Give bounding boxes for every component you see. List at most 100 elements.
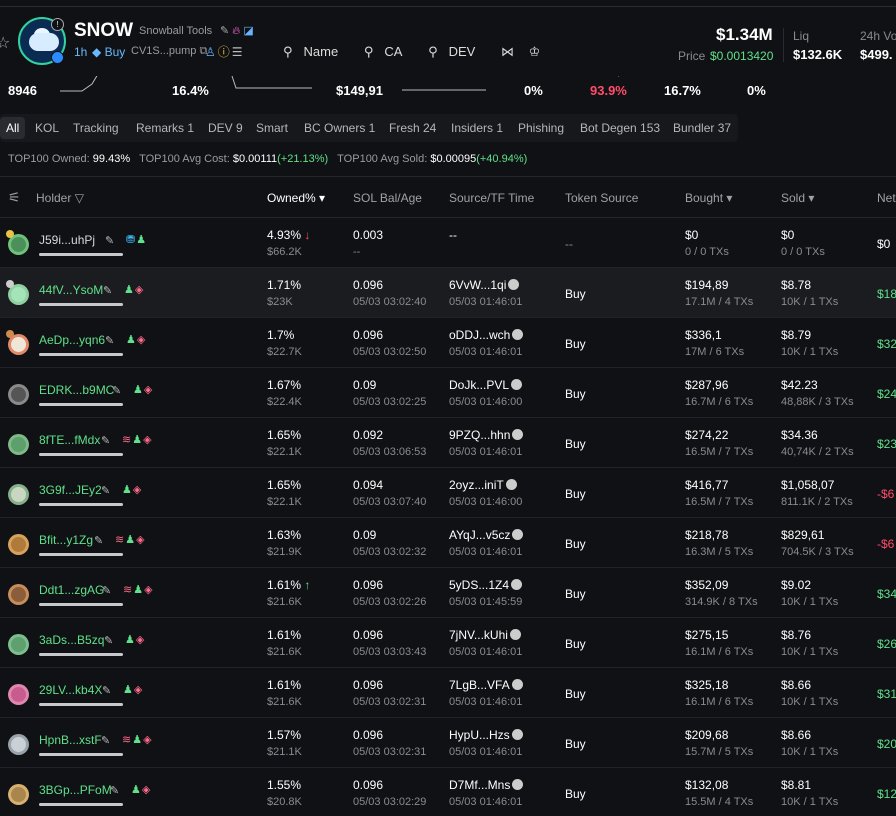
edit-icon[interactable]: ✎ — [103, 284, 112, 297]
tab-all[interactable]: All — [0, 117, 26, 139]
table-row[interactable]: 44fV...YsoM ✎ ♟◈ 1.71% $23K 0.096 05/03 03:02… — [0, 268, 896, 318]
holder-address[interactable]: J59i...uhPj — [39, 233, 95, 247]
source-wallet[interactable]: -- — [449, 228, 457, 242]
edit-icon[interactable]: ✎ — [220, 25, 229, 37]
col-net[interactable]: Net — [877, 191, 896, 205]
avatar-face — [11, 587, 26, 602]
holder-address[interactable]: EDRK...b9MC — [39, 383, 114, 397]
col-source[interactable]: Source/TF Time — [449, 191, 534, 205]
edit-icon[interactable]: ✎ — [105, 334, 114, 347]
edit-icon[interactable]: ✎ — [101, 434, 110, 447]
table-row[interactable]: J59i...uhPj ✎ ⛃♟ 4.93% ↓ $66.2K 0.003 -- -- -- $0… — [0, 218, 896, 268]
owned-usd: $21.6K — [267, 596, 302, 608]
source-wallet[interactable]: D7Mf...Mns — [449, 778, 524, 792]
stat-2: $149,91 — [336, 83, 383, 98]
col-owned[interactable]: Owned% ▾ — [267, 191, 325, 205]
edit-icon[interactable]: ✎ — [102, 584, 111, 597]
holder-address[interactable]: HpnB...xstF — [39, 733, 102, 747]
source-time: 05/03 01:46:01 — [449, 296, 523, 308]
source-wallet[interactable]: 6VvW...1qi — [449, 278, 520, 292]
search-dev-link[interactable]: ⚲ DEV — [428, 44, 486, 59]
source-wallet[interactable]: oDDJ...wch — [449, 328, 524, 342]
search-ca-link[interactable]: ⚲ CA — [364, 44, 414, 59]
star-icon[interactable]: ☆ — [0, 33, 10, 53]
edit-icon[interactable]: ✎ — [105, 234, 114, 247]
owned-usd: $21.6K — [267, 646, 302, 658]
holder-address[interactable]: 44fV...YsoM — [39, 283, 103, 297]
table-row[interactable]: Ddt1...zgAG ✎ ≋♟◈ 1.61% ↑ $21.6K 0.096 05/03 0… — [0, 568, 896, 618]
filter-icon[interactable]: ▽ — [75, 191, 84, 205]
holding-bar — [39, 603, 123, 606]
edit-icon[interactable]: ✎ — [104, 634, 113, 647]
stat-5: 16.7% — [664, 83, 701, 98]
tab-kol[interactable]: KOL — [35, 121, 59, 135]
tab-bc-owners[interactable]: BC Owners 1 — [304, 121, 375, 135]
source-wallet[interactable]: DoJk...PVL — [449, 378, 523, 392]
share-icon[interactable]: ⋈ — [501, 44, 514, 59]
crown-icon[interactable]: ♔ — [529, 44, 541, 59]
table-row[interactable]: 8fTE...fMdx ✎ ≋♟◈ 1.65% $22.1K 0.092 05/03 03… — [0, 418, 896, 468]
col-sol[interactable]: SOL Bal/Age — [353, 191, 422, 205]
table-row[interactable]: 3BGp...PFoM ✎ ♟◈ 1.55% $20.8K 0.096 05/03 03:… — [0, 768, 896, 816]
buy-link[interactable]: ◆ Buy — [92, 45, 125, 59]
search-name-link[interactable]: ⚲ Name — [283, 44, 349, 59]
table-row[interactable]: HpnB...xstF ✎ ≋♟◈ 1.57% $21.1K 0.096 05/03 03… — [0, 718, 896, 768]
table-row[interactable]: Bfit...y1Zg ✎ ≋♟◈ 1.63% $21.9K 0.09 05/03 03:… — [0, 518, 896, 568]
holder-address[interactable]: 8fTE...fMdx — [39, 433, 100, 447]
holder-address[interactable]: AeDp...yqn6 — [39, 333, 105, 347]
tab-remarks[interactable]: Remarks 1 — [136, 121, 194, 135]
col-bought[interactable]: Bought ▾ — [685, 191, 732, 205]
holder-address[interactable]: 29LV...kb4X — [39, 683, 102, 697]
edit-icon[interactable]: ✎ — [110, 784, 119, 797]
source-wallet[interactable]: 2oyz...iniT — [449, 478, 517, 492]
table-row[interactable]: 29LV...kb4X ✎ ♟◈ 1.61% $21.6K 0.096 05/03 03:… — [0, 668, 896, 718]
holder-address[interactable]: 3G9f...JEy2 — [39, 483, 102, 497]
edit-icon[interactable]: ✎ — [112, 384, 121, 397]
edit-icon[interactable]: ✎ — [94, 534, 103, 547]
tab-smart[interactable]: Smart — [256, 121, 288, 135]
table-row[interactable]: 3aDs...B5zq ✎ ♟◈ 1.61% $21.6K 0.096 05/03 03:… — [0, 618, 896, 668]
table-row[interactable]: AeDp...yqn6 ✎ ♟◈ 1.7% $22.7K 0.096 05/03 03:0… — [0, 318, 896, 368]
tab-dev[interactable]: DEV 9 — [208, 121, 243, 135]
diamond-icon: ◆ — [92, 45, 102, 59]
menu-circle-icon[interactable]: ☰ — [232, 45, 245, 59]
holder-address[interactable]: Ddt1...zgAG — [39, 583, 104, 597]
holder-address[interactable]: 3aDs...B5zq — [39, 633, 104, 647]
source-wallet[interactable]: 7jNV...kUhi — [449, 628, 521, 642]
table-row[interactable]: EDRK...b9MC ✎ ♟◈ 1.67% $22.4K 0.09 05/03 03:0… — [0, 368, 896, 418]
user-icon[interactable]: ♙ — [205, 45, 218, 59]
sol-coin-icon — [511, 679, 523, 690]
tab-fresh[interactable]: Fresh 24 — [389, 121, 436, 135]
net-pnl: $24 — [877, 387, 896, 401]
user-icon: ♟ — [132, 434, 144, 446]
holder-address[interactable]: 3BGp...PFoM — [39, 783, 112, 797]
source-wallet[interactable]: 5yDS...1Z4 — [449, 578, 523, 592]
net-pnl: $18 — [877, 287, 896, 301]
source-wallet[interactable]: 9PZQ...hhn — [449, 428, 524, 442]
warning-icon[interactable]: ⓘ — [218, 45, 232, 59]
token-source: Buy — [565, 387, 586, 401]
edit-icon[interactable]: ✎ — [102, 684, 111, 697]
contract-address[interactable]: CV1S...pump ⧉ — [131, 45, 207, 58]
avatar — [8, 534, 29, 555]
source-time: 05/03 01:46:01 — [449, 446, 523, 458]
tab-tracking[interactable]: Tracking — [73, 121, 119, 135]
tab-insiders[interactable]: Insiders 1 — [451, 121, 503, 135]
tab-phishing[interactable]: Phishing — [518, 121, 564, 135]
tab-bot-degen[interactable]: Bot Degen 153 — [580, 121, 660, 135]
holder-tags: ♟◈ — [122, 483, 142, 496]
source-wallet[interactable]: 7LgB...VFA — [449, 678, 523, 692]
table-row[interactable]: 3G9f...JEy2 ✎ ♟◈ 1.65% $22.1K 0.094 05/03 03:… — [0, 468, 896, 518]
filter-settings-icon[interactable]: ⚟ — [8, 189, 21, 206]
col-holder[interactable]: Holder ▽ — [36, 191, 84, 205]
sold-usd: $8.79 — [781, 328, 812, 342]
tab-bundler[interactable]: Bundler 37 — [673, 121, 731, 135]
source-wallet[interactable]: AYqJ...v5cz — [449, 528, 524, 542]
edit-icon[interactable]: ✎ — [101, 734, 110, 747]
col-sold[interactable]: Sold ▾ — [781, 191, 814, 205]
col-token-source[interactable]: Token Source — [565, 191, 638, 205]
holder-address[interactable]: Bfit...y1Zg — [39, 533, 93, 547]
source-wallet[interactable]: HypU...Hzs — [449, 728, 523, 742]
edit-icon[interactable]: ✎ — [101, 484, 110, 497]
owned-percent: 1.63% — [267, 528, 301, 542]
